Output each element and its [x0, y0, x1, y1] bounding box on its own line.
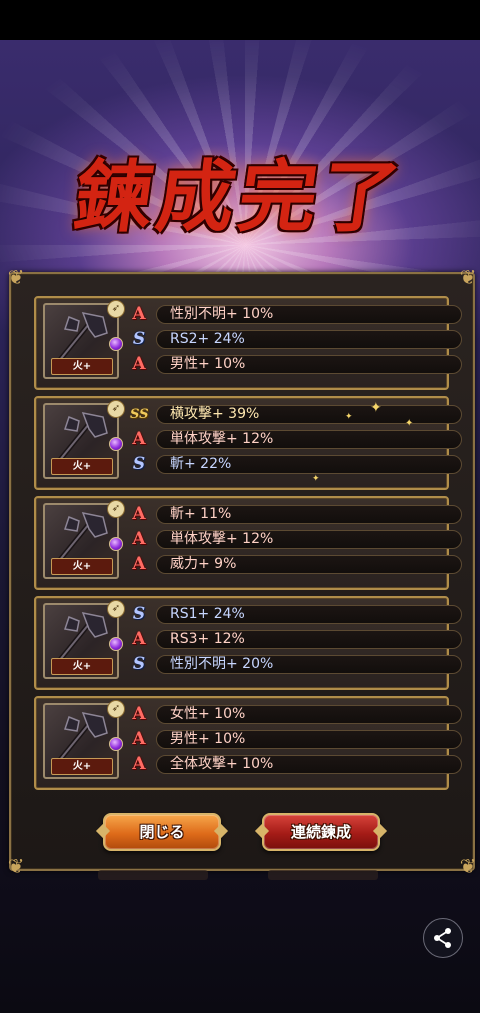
stat-row: S 斬+ 22% [130, 454, 462, 475]
rank-icon: A [132, 304, 146, 324]
stat-text: RS3+ 12% [170, 631, 245, 647]
axe-weapon-icon [57, 711, 108, 763]
axe-weapon-icon [57, 411, 108, 463]
element-tag: 火+ [51, 558, 113, 575]
result-card[interactable]: 火+ ➶ A 性別不明+ 10% S RS2+ 24% A 男性+ 10% [34, 296, 462, 390]
corner-ornament-icon: ❦ [459, 854, 477, 878]
stat-text: 斬+ 22% [170, 456, 232, 472]
stat-row: S RS2+ 24% [130, 329, 462, 350]
corner-ornament-icon: ❦ [7, 854, 25, 878]
corner-ornament-icon: ❦ [7, 265, 25, 289]
purple-gem-icon [109, 737, 123, 751]
background-shadow [98, 870, 208, 880]
stat-text: 単体攻撃+ 12% [170, 531, 274, 547]
purple-gem-icon [109, 637, 123, 651]
status-bar [0, 0, 480, 40]
stat-text: 性別不明+ 10% [170, 306, 274, 322]
result-card[interactable]: 火+ ➶ S RS1+ 24% A RS3+ 12% S 性別不明+ 20% [34, 596, 462, 690]
stat-row: A 男性+ 10% [130, 729, 462, 750]
stat-row: A 単体攻撃+ 12% [130, 529, 462, 550]
weapon-thumbnail[interactable]: 火+ [43, 503, 119, 579]
purple-gem-icon [109, 437, 123, 451]
purple-gem-icon [109, 537, 123, 551]
stat-row: SS 横攻撃+ 39% [130, 404, 462, 425]
stat-row: A 全体攻撃+ 10% [130, 754, 462, 775]
rank-icon: A [132, 504, 146, 524]
weapon-thumbnail[interactable]: 火+ [43, 603, 119, 679]
rank-icon: A [132, 729, 146, 749]
stat-text: 全体攻撃+ 10% [170, 756, 274, 772]
stat-text: RS2+ 24% [170, 331, 245, 347]
sparkle-icon: ✦ [312, 474, 320, 484]
axe-weapon-icon [57, 311, 108, 363]
weapon-thumbnail[interactable]: 火+ [43, 703, 119, 779]
weapon-thumbnail[interactable]: 火+ [43, 303, 119, 379]
rank-icon: S [132, 454, 146, 474]
stat-text: 性別不明+ 20% [170, 656, 274, 672]
share-button[interactable] [423, 918, 463, 958]
rank-icon: S [132, 654, 146, 674]
corner-ornament-icon: ❦ [459, 265, 477, 289]
rank-icon: A [132, 554, 146, 574]
sparkle-icon: ✦ [405, 418, 414, 429]
share-icon [434, 928, 451, 948]
stat-text: 男性+ 10% [170, 356, 246, 372]
stat-row: A 女性+ 10% [130, 704, 462, 725]
rank-icon: A [132, 354, 146, 374]
stat-row: A 男性+ 10% [130, 354, 462, 375]
weapon-type-icon: ➶ [107, 700, 125, 718]
weapon-type-icon: ➶ [107, 400, 125, 418]
axe-weapon-icon [57, 511, 108, 563]
stat-text: 威力+ 9% [170, 556, 237, 572]
rank-icon: A [132, 429, 146, 449]
stat-row: S 性別不明+ 20% [130, 654, 462, 675]
stat-row: S RS1+ 24% [130, 604, 462, 625]
result-card[interactable]: 火+ ➶ SS 横攻撃+ 39% A 単体攻撃+ 12% S 斬+ 22% [34, 396, 462, 490]
rank-icon: A [132, 704, 146, 724]
weapon-type-icon: ➶ [107, 500, 125, 518]
sparkle-icon: ✦ [370, 400, 382, 416]
close-button[interactable]: 閉じる [103, 813, 221, 851]
rank-icon: A [132, 629, 146, 649]
element-tag: 火+ [51, 658, 113, 675]
stat-row: A 威力+ 9% [130, 554, 462, 575]
stat-text: 斬+ 11% [170, 506, 232, 522]
sparkle-icon: ✦ [345, 412, 353, 422]
page-title: 鍊成完了 [68, 152, 410, 243]
weapon-type-icon: ➶ [107, 300, 125, 318]
stat-text: 単体攻撃+ 12% [170, 431, 274, 447]
stat-row: A 性別不明+ 10% [130, 304, 462, 325]
rank-icon: S [132, 329, 146, 349]
stat-row: A 単体攻撃+ 12% [130, 429, 462, 450]
weapon-type-icon: ➶ [107, 600, 125, 618]
stat-row: A RS3+ 12% [130, 629, 462, 650]
purple-gem-icon [109, 337, 123, 351]
element-tag: 火+ [51, 458, 113, 475]
stat-text: 横攻撃+ 39% [170, 406, 260, 422]
stat-row: A 斬+ 11% [130, 504, 462, 525]
result-card[interactable]: 火+ ➶ A 斬+ 11% A 単体攻撃+ 12% A 威力+ 9% [34, 496, 462, 590]
element-tag: 火+ [51, 758, 113, 775]
result-card[interactable]: 火+ ➶ A 女性+ 10% A 男性+ 10% A 全体攻撃+ 10% [34, 696, 462, 790]
axe-weapon-icon [57, 611, 108, 663]
weapon-thumbnail[interactable]: 火+ [43, 403, 119, 479]
stat-text: 女性+ 10% [170, 706, 246, 722]
rank-icon: S [132, 604, 146, 624]
continuous-refine-button[interactable]: 連続鍊成 [262, 813, 380, 851]
background-shadow [268, 870, 378, 880]
rank-icon: A [132, 529, 146, 549]
rank-icon: A [132, 754, 146, 774]
stat-text: 男性+ 10% [170, 731, 246, 747]
element-tag: 火+ [51, 358, 113, 375]
stat-text: RS1+ 24% [170, 606, 245, 622]
rank-icon: SS [130, 407, 149, 422]
